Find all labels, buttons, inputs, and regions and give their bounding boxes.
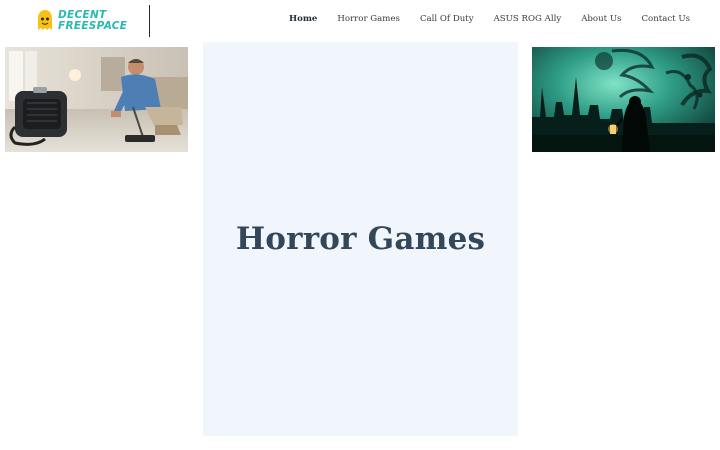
nav-call-of-duty[interactable]: Call Of Duty — [420, 14, 474, 24]
hero-title: Horror Games — [235, 221, 486, 257]
site-logo[interactable]: DECENT FREESPACE — [36, 6, 146, 36]
hero-section: Horror Games — [203, 42, 518, 436]
nav-contact-us[interactable]: Contact Us — [641, 14, 690, 24]
horror-monster-city-image[interactable] — [532, 47, 715, 152]
main-nav: Home Horror Games Call Of Duty ASUS ROG … — [289, 14, 690, 24]
nav-about-us[interactable]: About Us — [581, 14, 621, 24]
nav-horror-games[interactable]: Horror Games — [337, 14, 400, 24]
nav-asus-rog-ally[interactable]: ASUS ROG Ally — [494, 14, 562, 24]
logo-text-line2: FREESPACE — [58, 20, 128, 32]
ghost-icon — [38, 10, 52, 30]
header-divider — [149, 5, 150, 37]
site-header: DECENT FREESPACE Home Horror Games Call … — [0, 0, 720, 42]
nav-home[interactable]: Home — [289, 14, 317, 24]
man-with-vacuum-image[interactable] — [5, 47, 188, 152]
